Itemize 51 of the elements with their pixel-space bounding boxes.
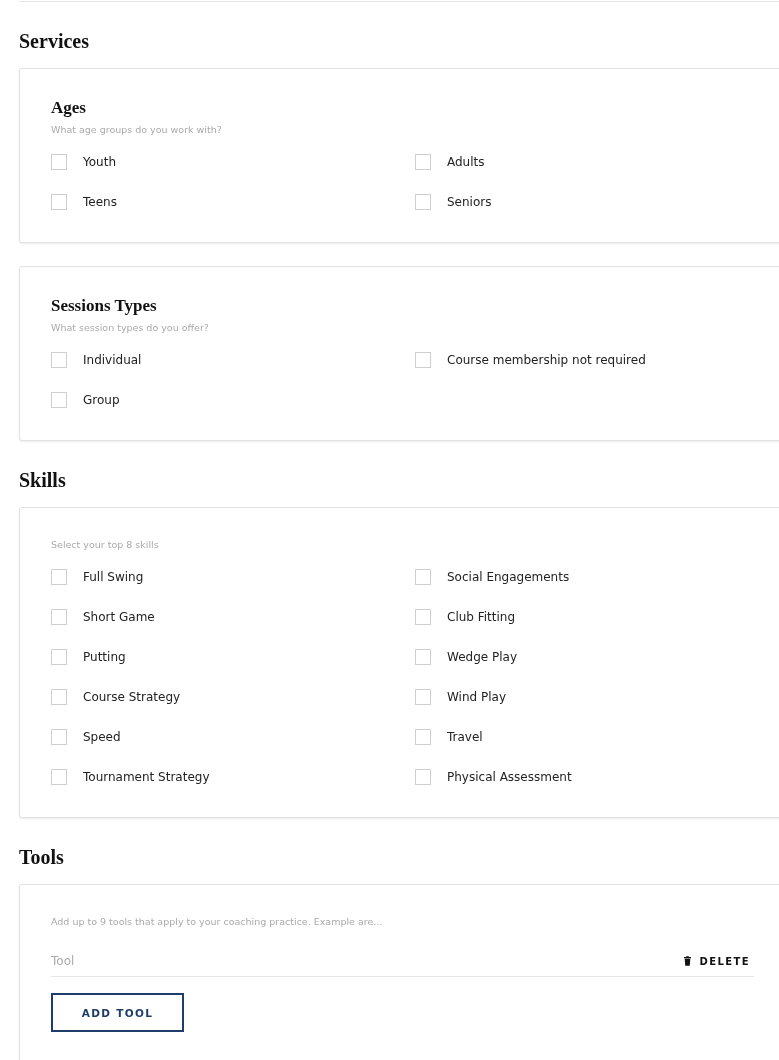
checkbox[interactable] bbox=[415, 649, 431, 665]
checkbox-label[interactable]: Putting bbox=[83, 650, 126, 664]
section-heading: Services bbox=[19, 29, 90, 53]
checkbox-label[interactable]: Club Fitting bbox=[447, 610, 516, 624]
checkbox[interactable] bbox=[51, 729, 67, 745]
checkbox-label[interactable]: Social Engagements bbox=[447, 570, 570, 584]
checkbox-label[interactable]: Seniors bbox=[447, 195, 492, 209]
tool-input-field[interactable]: Tool bbox=[51, 954, 684, 968]
checkbox[interactable] bbox=[51, 154, 67, 170]
checkbox-label[interactable]: Group bbox=[83, 393, 120, 407]
checkbox-label[interactable]: Tournament Strategy bbox=[83, 770, 210, 784]
card-title: Sessions Types bbox=[51, 296, 158, 316]
checkbox-label[interactable]: Speed bbox=[83, 730, 121, 744]
trash-icon bbox=[683, 956, 691, 966]
card-subtitle: Select your top 8 skills bbox=[51, 538, 160, 552]
checkbox[interactable] bbox=[51, 569, 67, 585]
checkbox[interactable] bbox=[415, 569, 431, 585]
checkbox[interactable] bbox=[51, 352, 67, 368]
checkbox[interactable] bbox=[51, 609, 67, 625]
checkbox-label[interactable]: Wedge Play bbox=[447, 650, 517, 664]
checkbox[interactable] bbox=[415, 609, 431, 625]
checkbox-label[interactable]: Physical Assessment bbox=[447, 770, 572, 784]
checkbox-label[interactable]: Short Game bbox=[83, 610, 155, 624]
checkbox-label[interactable]: Adults bbox=[447, 155, 485, 169]
checkbox[interactable] bbox=[51, 392, 67, 408]
checkbox[interactable] bbox=[51, 689, 67, 705]
checkbox[interactable] bbox=[415, 154, 431, 170]
checkbox-label[interactable]: Course Strategy bbox=[83, 690, 181, 704]
checkbox-label[interactable]: Full Swing bbox=[83, 570, 144, 584]
card-subtitle: Add up to 9 tools that apply to your coaching practice. Example are... bbox=[51, 915, 384, 929]
section-heading: Skills bbox=[19, 468, 67, 492]
checkbox-label[interactable]: Course membership not required bbox=[447, 353, 646, 367]
checkbox[interactable] bbox=[415, 729, 431, 745]
checkbox-label[interactable]: Youth bbox=[83, 155, 116, 169]
checkbox-label[interactable]: Wind Play bbox=[447, 690, 506, 704]
checkbox[interactable] bbox=[51, 769, 67, 785]
checkbox[interactable] bbox=[415, 689, 431, 705]
card-title: Ages bbox=[51, 98, 87, 118]
checkbox[interactable] bbox=[415, 352, 431, 368]
checkbox-label[interactable]: Travel bbox=[447, 730, 483, 744]
checkbox-label[interactable]: Individual bbox=[83, 353, 142, 367]
checkbox-label[interactable]: Teens bbox=[83, 195, 117, 209]
checkbox[interactable] bbox=[51, 194, 67, 210]
section-heading: Tools bbox=[19, 845, 65, 869]
card-subtitle: What session types do you offer? bbox=[51, 321, 210, 335]
checkbox[interactable] bbox=[51, 649, 67, 665]
card-subtitle: What age groups do you work with? bbox=[51, 123, 223, 137]
checkbox[interactable] bbox=[415, 194, 431, 210]
delete-button[interactable]: DELETE bbox=[683, 955, 754, 967]
checkbox[interactable] bbox=[415, 769, 431, 785]
add-tool-button[interactable]: ADD TOOL bbox=[51, 993, 184, 1032]
